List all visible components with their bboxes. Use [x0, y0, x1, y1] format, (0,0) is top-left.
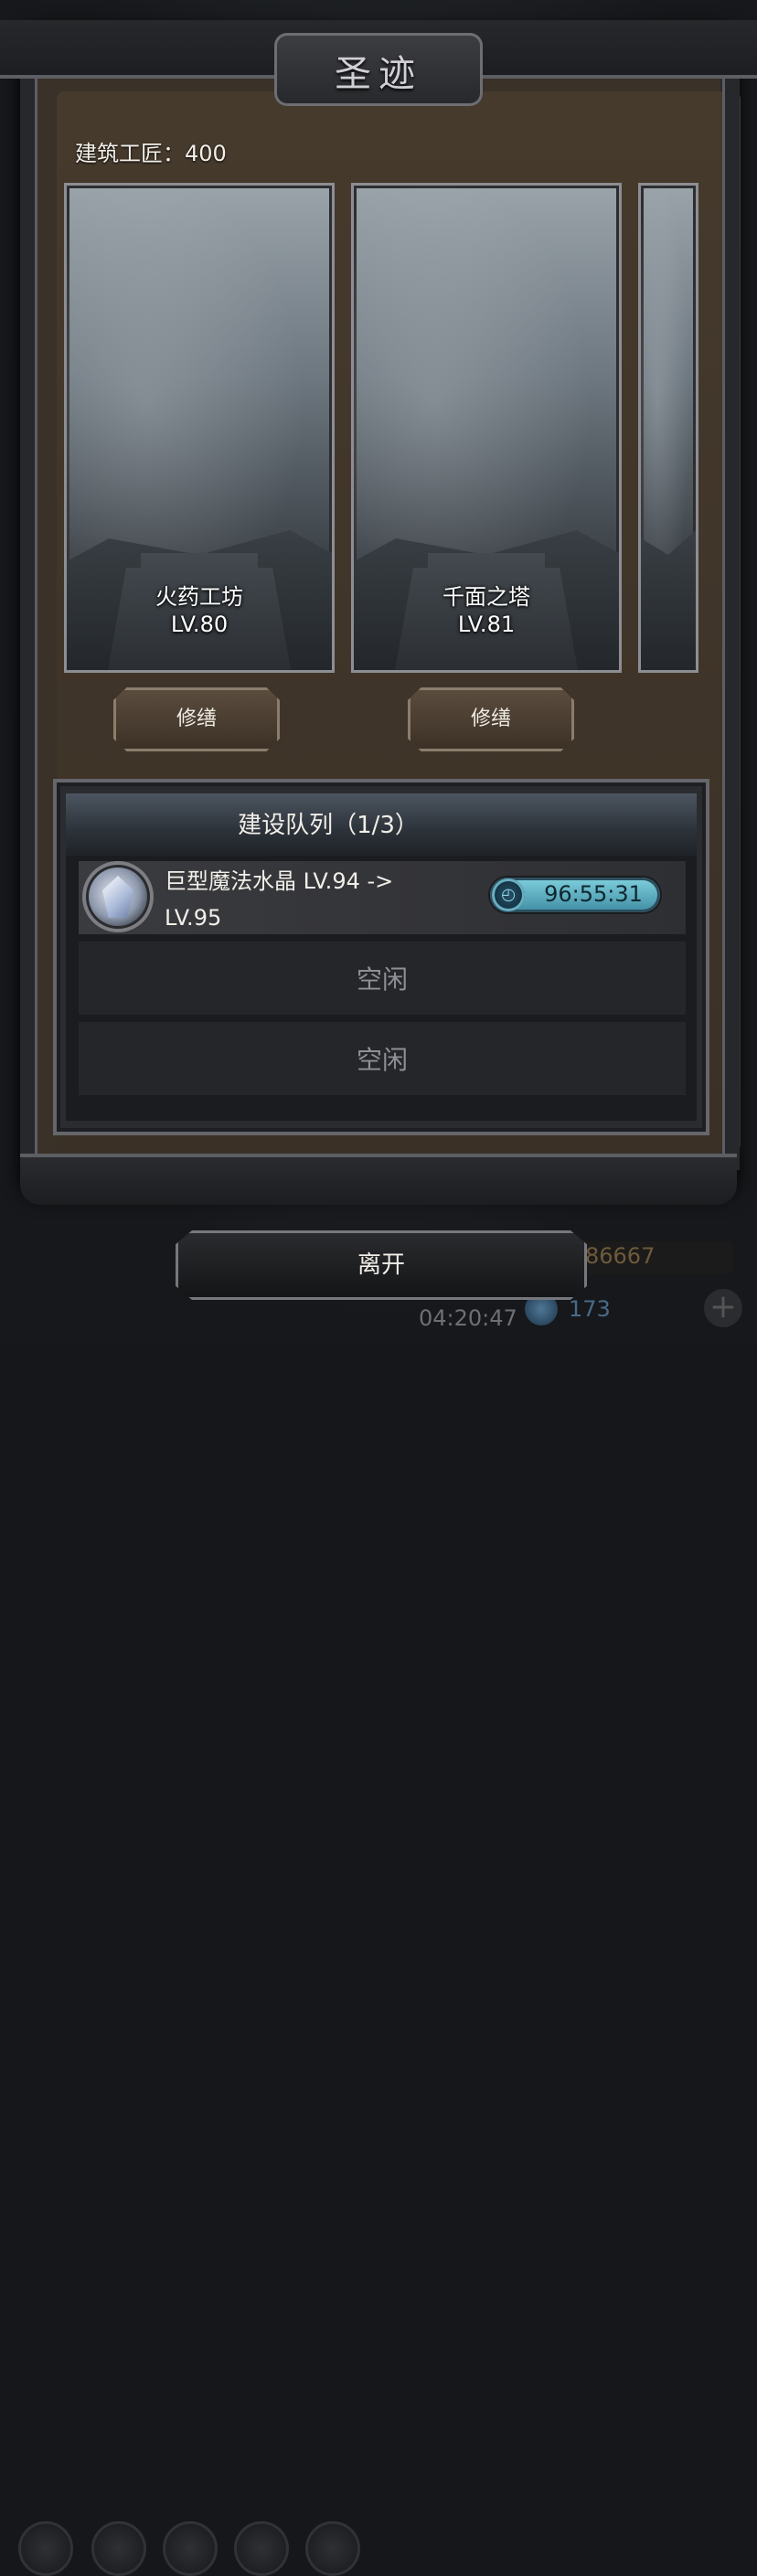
frame-right-border [722, 55, 740, 1170]
clock-readout: 04:20:47 [419, 1305, 517, 1331]
building-card-gunpowder-workshop[interactable]: 火药工坊 LV.80 [64, 183, 335, 673]
leave-button[interactable]: 离开 [176, 1230, 587, 1300]
building-level: LV.80 [170, 612, 229, 637]
queue-title: 建设队列（1/3） [238, 812, 419, 839]
clock-icon: ◴ [492, 878, 525, 911]
frame-bottom-border [20, 1154, 737, 1205]
settings-gear-icon [18, 2521, 73, 2576]
frame-left-border [20, 55, 37, 1170]
building-name: 千面之塔 [442, 584, 530, 610]
shield-icon [305, 2521, 360, 2576]
add-currency-button: + [704, 1289, 742, 1327]
sword-icon [163, 2521, 218, 2576]
building-card-partial[interactable] [638, 183, 698, 673]
star-badge-icon [91, 2521, 146, 2576]
idle-slot-label: 空闲 [356, 1045, 408, 1075]
idle-slot-label: 空闲 [356, 964, 408, 995]
gem-amount: 173 [569, 1296, 611, 1322]
repair-button-gunpowder-workshop[interactable]: 修缮 [113, 687, 280, 751]
building-level: LV.81 [457, 612, 516, 637]
map-icon [234, 2521, 289, 2576]
build-timer-value: 96:55:31 [544, 881, 643, 907]
building-card-thousand-faces-tower[interactable]: 千面之塔 LV.81 [351, 183, 622, 673]
building-name: 火药工坊 [155, 584, 243, 610]
builder-count: 建筑工匠：400 [75, 141, 227, 166]
gold-amount: 86667 [585, 1243, 656, 1269]
queue-item-name: 巨型魔法水晶 LV.94 -> LV.95 [165, 868, 394, 931]
repair-button-thousand-faces-tower[interactable]: 修缮 [408, 687, 574, 751]
panel-title: 圣迹 [335, 53, 422, 95]
